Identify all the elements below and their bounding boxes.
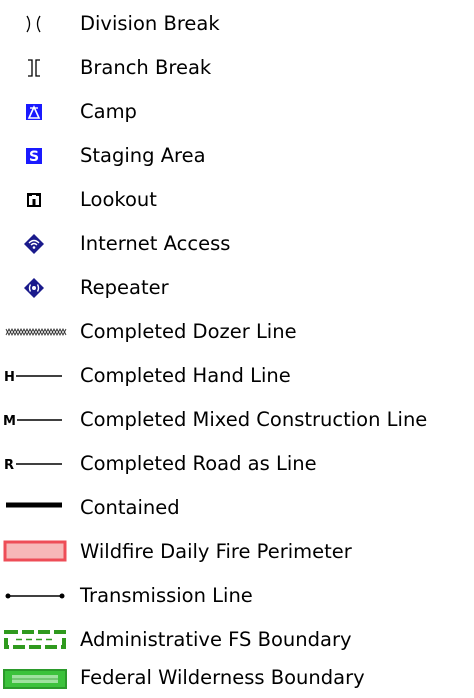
- legend-item-internet-access: Internet Access: [0, 224, 474, 264]
- hand-line-icon: H: [0, 356, 72, 396]
- legend-label: Completed Mixed Construction Line: [80, 408, 428, 431]
- legend-item-mixed-construction-line: M Completed Mixed Construction Line: [0, 400, 474, 440]
- legend-label: Division Break: [80, 12, 220, 35]
- legend-item-hand-line: H Completed Hand Line: [0, 356, 474, 396]
- legend-item-branch-break: Branch Break: [0, 48, 474, 88]
- legend-label: Staging Area: [80, 144, 206, 167]
- legend-label: Camp: [80, 100, 137, 123]
- legend-item-transmission-line: Transmission Line: [0, 576, 474, 616]
- lookout-binoculars-icon: [0, 180, 72, 220]
- fire-perimeter-swatch-icon: [0, 532, 72, 572]
- legend-item-fs-boundary: Administrative FS Boundary: [0, 620, 474, 660]
- camp-tent-icon: [0, 92, 72, 132]
- legend-item-repeater: Repeater: [0, 268, 474, 308]
- road-as-line-icon: R: [0, 444, 72, 484]
- fs-boundary-swatch-icon: [0, 620, 72, 660]
- legend-label: Repeater: [80, 276, 169, 299]
- legend-label: Internet Access: [80, 232, 231, 255]
- legend-label: Completed Hand Line: [80, 364, 291, 387]
- branch-break-icon: [0, 48, 72, 88]
- legend-item-division-break: Division Break: [0, 4, 474, 44]
- mixed-construction-line-icon: M: [0, 400, 72, 440]
- mixed-line-glyph: M: [3, 414, 16, 429]
- repeater-icon: [0, 268, 72, 308]
- legend-item-camp: Camp: [0, 92, 474, 132]
- legend-item-lookout: Lookout: [0, 180, 474, 220]
- legend-item-staging-area: S Staging Area: [0, 136, 474, 176]
- legend-label: Transmission Line: [80, 584, 253, 607]
- dozer-line-icon: [0, 312, 72, 352]
- transmission-line-icon: [0, 576, 72, 616]
- legend-item-fire-perimeter: Wildfire Daily Fire Perimeter: [0, 532, 474, 572]
- division-break-icon: [0, 4, 72, 44]
- legend-label: Completed Dozer Line: [80, 320, 297, 343]
- legend-label: Federal Wilderness Boundary: [80, 666, 365, 689]
- contained-line-icon: [0, 488, 72, 528]
- legend-label: Completed Road as Line: [80, 452, 317, 475]
- legend-label: Wildfire Daily Fire Perimeter: [80, 540, 352, 563]
- legend-label: Branch Break: [80, 56, 212, 79]
- legend-item-dozer-line: Completed Dozer Line: [0, 312, 474, 352]
- legend-item-contained: Contained: [0, 488, 474, 528]
- legend-item-road-as-line: R Completed Road as Line: [0, 444, 474, 484]
- wilderness-boundary-swatch-icon: [0, 658, 72, 698]
- legend-label: Contained: [80, 496, 180, 519]
- legend-item-wilderness-boundary: Federal Wilderness Boundary: [0, 658, 474, 698]
- staging-area-icon: S: [0, 136, 72, 176]
- internet-access-icon: [0, 224, 72, 264]
- staging-glyph: S: [29, 149, 39, 165]
- hand-line-glyph: H: [4, 370, 15, 385]
- map-legend: Division Break Branch Break Camp S Stagi…: [0, 0, 474, 698]
- legend-label: Lookout: [80, 188, 157, 211]
- legend-label: Administrative FS Boundary: [80, 628, 352, 651]
- road-line-glyph: R: [4, 458, 14, 473]
